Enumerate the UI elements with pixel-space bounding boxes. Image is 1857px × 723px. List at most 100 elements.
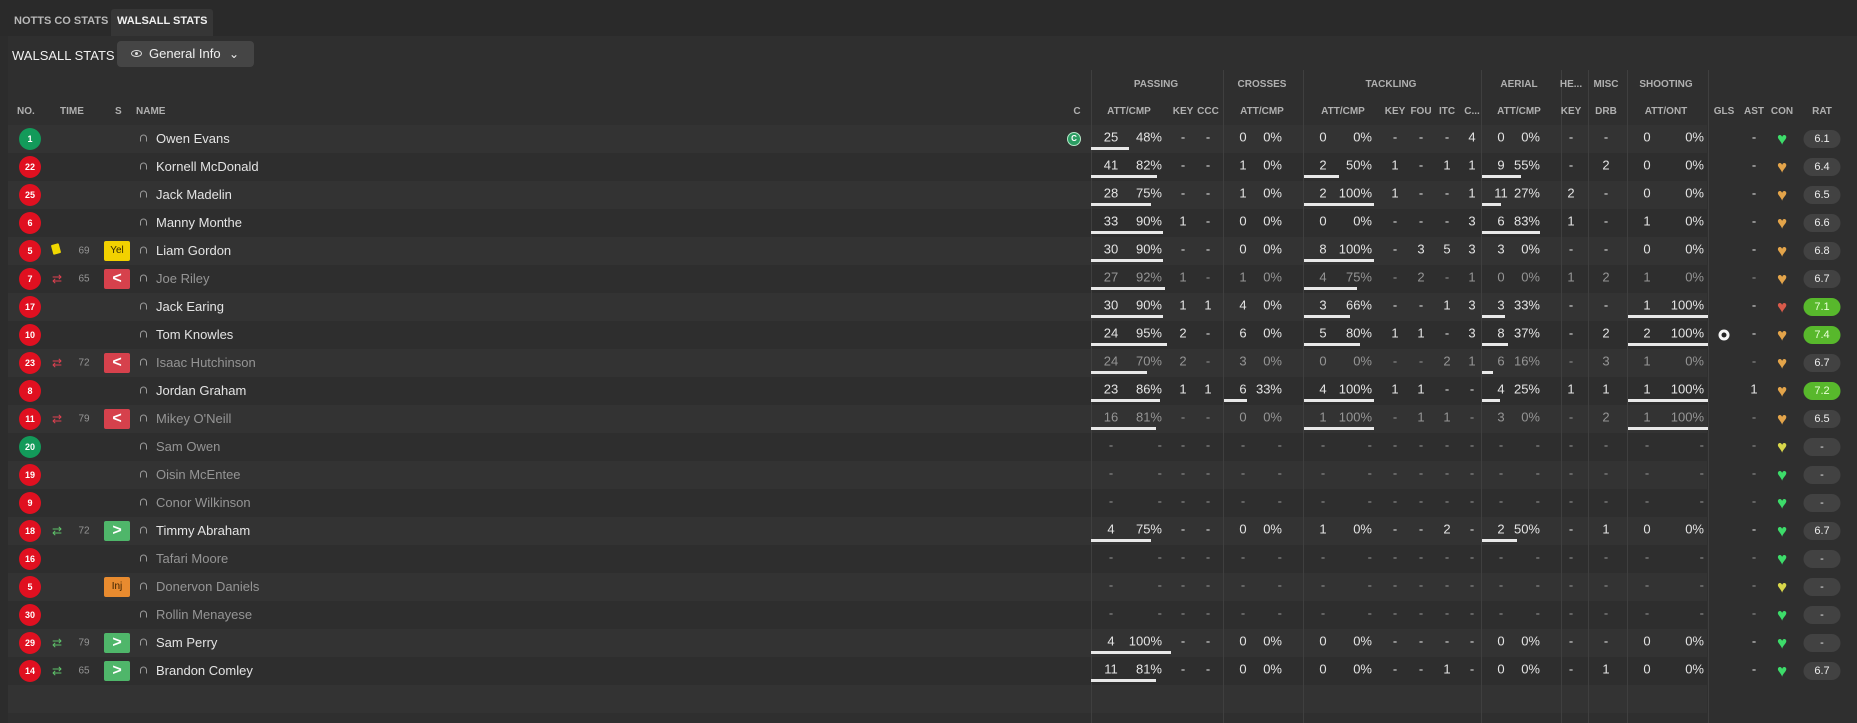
player-name[interactable]: Rollin Menayese bbox=[156, 608, 252, 622]
column-header[interactable]: AST bbox=[1744, 106, 1764, 117]
column-header[interactable]: KEY bbox=[1173, 106, 1194, 117]
tack-attempts: 0 bbox=[1319, 633, 1327, 649]
pass-completion: 86% bbox=[1135, 381, 1162, 397]
tack-completion-bar bbox=[1304, 259, 1374, 262]
event-time: 79 bbox=[78, 637, 90, 649]
shoot-completion: 100% bbox=[1670, 409, 1704, 425]
player-name[interactable]: Manny Monthe bbox=[156, 216, 242, 230]
stat-ast: - bbox=[1751, 633, 1757, 649]
shirt-number-icon: 5 bbox=[19, 240, 41, 262]
column-header[interactable]: S bbox=[115, 106, 122, 117]
stat-ccc: - bbox=[1205, 437, 1211, 453]
shirt-number-icon: 5 bbox=[19, 576, 41, 598]
column-header[interactable]: NAME bbox=[136, 106, 165, 117]
stat-fou: - bbox=[1418, 577, 1424, 593]
tack-completion: 0% bbox=[1353, 129, 1372, 145]
column-header[interactable]: ATT/CMP bbox=[1240, 106, 1284, 117]
aer-attempts: - bbox=[1498, 549, 1504, 565]
column-header[interactable]: C bbox=[1073, 106, 1080, 117]
player-name[interactable]: Jack Earing bbox=[156, 300, 224, 314]
stat-fou: - bbox=[1418, 605, 1424, 621]
pass-attempts: 24 bbox=[1103, 325, 1119, 341]
player-name[interactable]: Jordan Graham bbox=[156, 384, 246, 398]
column-header[interactable]: ATT/CMP bbox=[1107, 106, 1151, 117]
rating-badge: - bbox=[1803, 494, 1841, 512]
player-name[interactable]: Sam Owen bbox=[156, 440, 220, 454]
player-name[interactable]: Conor Wilkinson bbox=[156, 496, 251, 510]
player-name[interactable]: Mikey O'Neill bbox=[156, 412, 231, 426]
player-name[interactable]: Brandon Comley bbox=[156, 664, 253, 678]
stat-fou: - bbox=[1418, 185, 1424, 201]
cross-attempts: - bbox=[1240, 493, 1246, 509]
stat-drb: - bbox=[1603, 437, 1609, 453]
aer-completion: - bbox=[1535, 605, 1540, 621]
column-header[interactable]: GLS bbox=[1714, 106, 1735, 117]
person-icon bbox=[139, 582, 148, 592]
stat-ast: - bbox=[1751, 297, 1757, 313]
stat-itc: - bbox=[1444, 437, 1450, 453]
player-name[interactable]: Tafari Moore bbox=[156, 552, 228, 566]
column-header[interactable]: ITC bbox=[1439, 106, 1455, 117]
tack-completion-bar bbox=[1304, 175, 1339, 178]
column-header[interactable]: ATT/CMP bbox=[1321, 106, 1365, 117]
stat-ast: - bbox=[1751, 157, 1757, 173]
stat-ast: - bbox=[1751, 213, 1757, 229]
stat-tc: - bbox=[1469, 633, 1475, 649]
player-name[interactable]: Sam Perry bbox=[156, 636, 217, 650]
player-name[interactable]: Jack Madelin bbox=[156, 188, 232, 202]
row-background bbox=[8, 237, 1707, 265]
shoot-completion-bar bbox=[1628, 399, 1708, 402]
stat-fou: - bbox=[1418, 213, 1424, 229]
player-name[interactable]: Timmy Abraham bbox=[156, 524, 250, 538]
stat-hkey: - bbox=[1568, 465, 1574, 481]
stat-tkey: - bbox=[1392, 241, 1398, 257]
column-header[interactable]: ATT/ONT bbox=[1645, 106, 1688, 117]
view-selector-button[interactable]: General Info ⌄ bbox=[117, 41, 254, 67]
stat-pkey: 1 bbox=[1179, 381, 1187, 397]
row-background bbox=[8, 405, 1707, 433]
tab-notts-co-stats[interactable]: NOTTS CO STATS bbox=[8, 9, 114, 36]
shoot-completion: - bbox=[1699, 465, 1704, 481]
column-header[interactable]: RAT bbox=[1812, 106, 1832, 117]
column-header[interactable]: KEY bbox=[1385, 106, 1406, 117]
tack-completion: 80% bbox=[1345, 325, 1372, 341]
column-header[interactable]: CON bbox=[1771, 106, 1793, 117]
player-name[interactable]: Isaac Hutchinson bbox=[156, 356, 256, 370]
heart-icon: ♥ bbox=[1776, 549, 1788, 569]
column-header[interactable]: FOU bbox=[1410, 106, 1431, 117]
shirt-number-icon: 22 bbox=[19, 156, 41, 178]
stat-drb: - bbox=[1603, 129, 1609, 145]
injury-badge: Inj bbox=[104, 577, 130, 597]
row-background bbox=[8, 685, 1707, 713]
column-header[interactable]: ATT/CMP bbox=[1497, 106, 1541, 117]
column-header[interactable]: KEY bbox=[1561, 106, 1582, 117]
tack-completion: 0% bbox=[1353, 353, 1372, 369]
player-name[interactable]: Kornell McDonald bbox=[156, 160, 259, 174]
stat-fou: - bbox=[1418, 521, 1424, 537]
stat-hkey: - bbox=[1568, 409, 1574, 425]
tab-walsall-stats[interactable]: WALSALL STATS bbox=[111, 9, 214, 36]
stat-itc: - bbox=[1444, 381, 1450, 397]
player-name[interactable]: Oisin McEntee bbox=[156, 468, 241, 482]
player-name[interactable]: Liam Gordon bbox=[156, 244, 231, 258]
column-header[interactable]: DRB bbox=[1595, 106, 1617, 117]
column-header[interactable]: TIME bbox=[60, 106, 84, 117]
player-name[interactable]: Tom Knowles bbox=[156, 328, 233, 342]
column-header[interactable]: NO. bbox=[17, 106, 35, 117]
pass-attempts: 28 bbox=[1103, 185, 1119, 201]
aer-attempts: 9 bbox=[1497, 157, 1505, 173]
column-header[interactable]: C... bbox=[1464, 106, 1480, 117]
shoot-completion: - bbox=[1699, 437, 1704, 453]
shirt-number-icon: 25 bbox=[19, 184, 41, 206]
column-header[interactable]: CCC bbox=[1197, 106, 1219, 117]
player-name[interactable]: Donervon Daniels bbox=[156, 580, 259, 594]
tack-completion-bar bbox=[1304, 427, 1374, 430]
cross-completion: 0% bbox=[1263, 185, 1282, 201]
cross-attempts: 1 bbox=[1239, 185, 1247, 201]
stat-pkey: - bbox=[1180, 605, 1186, 621]
aer-attempts: 3 bbox=[1497, 409, 1505, 425]
stat-ccc: - bbox=[1205, 129, 1211, 145]
player-name[interactable]: Joe Riley bbox=[156, 272, 209, 286]
player-name[interactable]: Owen Evans bbox=[156, 132, 230, 146]
column-separator bbox=[1223, 70, 1224, 723]
